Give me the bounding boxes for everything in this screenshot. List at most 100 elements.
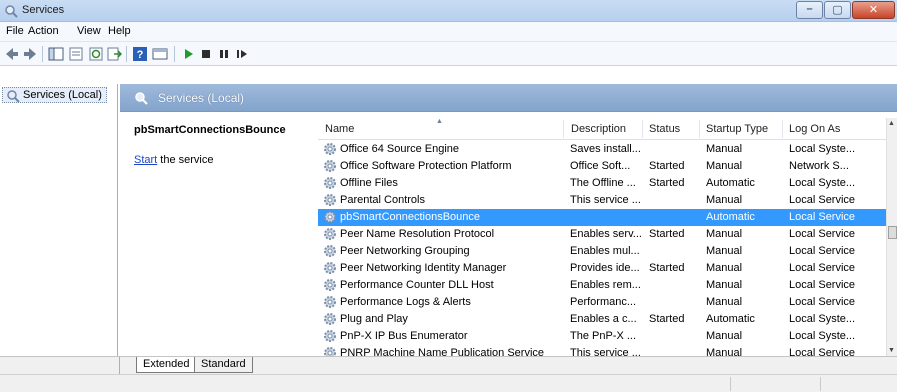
table-row[interactable]: Peer Networking Identity Manager Provides… <box>318 260 886 277</box>
cell-startup: Manual <box>706 143 743 155</box>
stop-icon[interactable] <box>198 46 214 62</box>
maximize-icon: ▢ <box>832 4 843 16</box>
cell-logon: Local Syste... <box>789 313 856 325</box>
table-row[interactable]: Performance Logs & Alerts Performanc... Ma… <box>318 294 886 311</box>
cell-status: Started <box>649 228 685 240</box>
column-description[interactable]: Description <box>571 123 626 135</box>
scrollbar-thumb[interactable] <box>888 226 897 239</box>
service-gear-icon <box>324 313 336 325</box>
start-service-text: Start the service <box>134 154 213 166</box>
list-header: ▲ Name Description Status Startup Type L… <box>318 118 886 140</box>
cell-name: pbSmartConnectionsBounce <box>340 211 481 223</box>
services-list: ▲ Name Description Status Startup Type L… <box>318 112 897 359</box>
table-row[interactable]: Performance Counter DLL Host Enables rem.… <box>318 277 886 294</box>
close-icon: ✕ <box>868 4 879 16</box>
tab-standard[interactable]: Standard <box>194 357 253 373</box>
title-bar: Services – ▢ ✕ <box>0 0 897 22</box>
play-icon[interactable] <box>180 46 196 62</box>
menu-view[interactable]: View <box>77 25 101 37</box>
console-icon[interactable] <box>152 46 168 62</box>
table-row[interactable]: PnP-X IP Bus Enumerator The PnP-X ... Manu… <box>318 328 886 345</box>
cell-startup: Manual <box>706 279 743 291</box>
table-row[interactable]: Office 64 Source Engine Saves install... M… <box>318 141 886 158</box>
back-icon[interactable] <box>4 46 20 62</box>
cell-name: Peer Networking Identity Manager <box>340 262 507 274</box>
table-row[interactable]: Peer Networking Grouping Enables mul... Ma… <box>318 243 886 260</box>
forward-icon[interactable] <box>22 46 38 62</box>
cell-description: Provides ide... <box>570 262 640 274</box>
column-status[interactable]: Status <box>649 123 680 135</box>
cell-startup: Manual <box>706 160 743 172</box>
cell-logon: Local Service <box>789 211 856 223</box>
window-title: Services <box>22 4 65 16</box>
panel-title: Services (Local) <box>158 91 245 105</box>
column-log-on-as[interactable]: Log On As <box>789 123 840 135</box>
pause-icon[interactable] <box>216 46 232 62</box>
table-row[interactable]: pbSmartConnectionsBounce Automatic Local S… <box>318 209 886 226</box>
cell-startup: Manual <box>706 296 743 308</box>
restart-icon[interactable] <box>234 46 250 62</box>
column-startup-type[interactable]: Startup Type <box>706 123 768 135</box>
cell-status: Started <box>649 160 685 172</box>
service-gear-icon <box>324 228 336 240</box>
start-service-suffix: the service <box>157 154 214 166</box>
refresh-icon[interactable] <box>88 46 104 62</box>
export-list-icon[interactable] <box>106 46 122 62</box>
cell-description: Performanc... <box>570 296 637 308</box>
svg-text:?: ? <box>137 49 144 61</box>
table-row[interactable]: Offline Files The Offline ... Started Autom… <box>318 175 886 192</box>
cell-startup: Automatic <box>706 313 755 325</box>
start-service-link[interactable]: Start <box>134 154 157 166</box>
service-gear-icon <box>324 330 336 342</box>
cell-status: Started <box>649 177 685 189</box>
cell-name: Performance Counter DLL Host <box>340 279 494 291</box>
tree-item-label: Services (Local) <box>23 89 102 101</box>
close-button[interactable]: ✕ <box>852 1 895 19</box>
scroll-down-icon[interactable]: ▼ <box>888 347 895 354</box>
minimize-icon: – <box>806 3 813 15</box>
service-gear-icon <box>324 177 336 189</box>
service-gear-icon <box>324 160 336 172</box>
menu-action[interactable]: Action <box>28 25 59 37</box>
minimize-button[interactable]: – <box>796 1 823 19</box>
cell-logon: Local Service <box>789 279 856 291</box>
view-tabs: Extended Standard <box>120 356 897 374</box>
cell-description: The PnP-X ... <box>570 330 637 342</box>
cell-status: Started <box>649 313 685 325</box>
cell-startup: Manual <box>706 245 743 257</box>
cell-startup: Automatic <box>706 211 755 223</box>
scroll-up-icon[interactable]: ▲ <box>888 120 895 127</box>
table-row[interactable]: Parental Controls This service ... Manual L… <box>318 192 886 209</box>
tree-item-services-local[interactable]: Services (Local) <box>2 87 107 103</box>
table-row[interactable]: Plug and Play Enables a c... Started Automa… <box>318 311 886 328</box>
cell-name: Offline Files <box>340 177 398 189</box>
status-bar <box>0 374 897 392</box>
help-icon[interactable]: ? <box>132 46 148 62</box>
cell-status: Started <box>649 262 685 274</box>
cell-name: Plug and Play <box>340 313 408 325</box>
panel-header: Services (Local) <box>120 84 897 112</box>
cell-startup: Manual <box>706 194 743 206</box>
column-name[interactable]: Name <box>325 123 354 135</box>
toolbar: ? <box>0 42 897 66</box>
console-tree: Services (Local) <box>0 84 118 374</box>
selected-service-name: pbSmartConnectionsBounce <box>134 124 286 136</box>
menu-bar: File Action View Help <box>0 22 897 42</box>
table-row[interactable]: Peer Name Resolution Protocol Enables ser… <box>318 226 886 243</box>
cell-description: Enables a c... <box>570 313 637 325</box>
properties-icon[interactable] <box>68 46 84 62</box>
menu-file[interactable]: File <box>6 25 24 37</box>
cell-logon: Local Syste... <box>789 330 856 342</box>
cell-name: Peer Networking Grouping <box>340 245 470 257</box>
tab-extended[interactable]: Extended <box>136 357 197 373</box>
vertical-scrollbar[interactable]: ▲ ▼ <box>886 118 897 356</box>
cell-description: Enables mul... <box>570 245 640 257</box>
menu-help[interactable]: Help <box>108 25 131 37</box>
service-gear-icon <box>324 143 336 155</box>
cell-logon: Local Service <box>789 262 856 274</box>
maximize-button[interactable]: ▢ <box>824 1 851 19</box>
services-icon <box>135 92 148 105</box>
table-row[interactable]: Office Software Protection Platform Offic… <box>318 158 886 175</box>
show-hide-tree-icon[interactable] <box>48 46 64 62</box>
cell-name: Office Software Protection Platform <box>340 160 512 172</box>
